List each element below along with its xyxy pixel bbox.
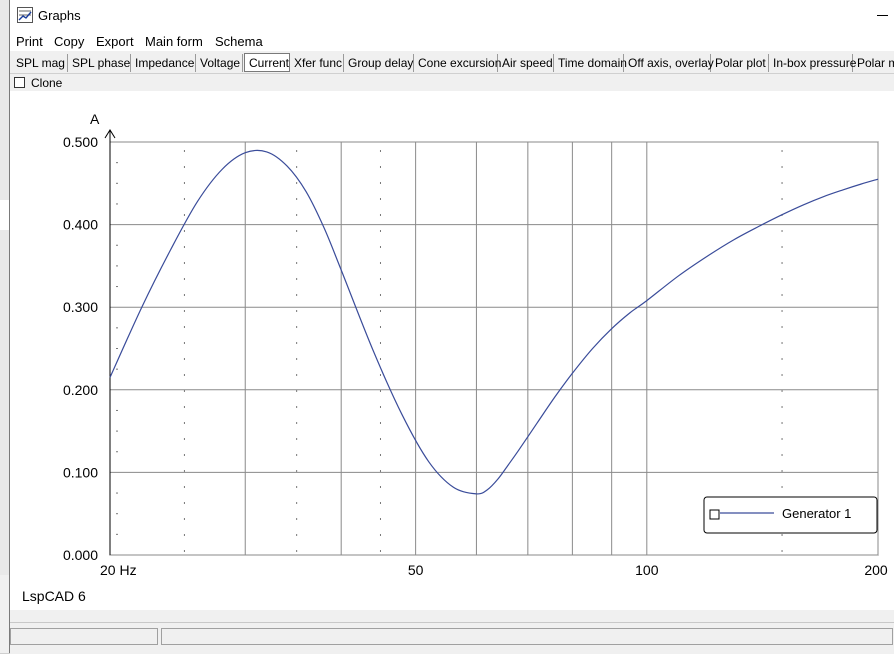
y-tick-label: 0.100 <box>63 464 98 480</box>
x-tick-label: 50 <box>408 562 424 578</box>
tab-off-axis-overlay[interactable]: Off axis, overlay <box>624 54 714 72</box>
status-panel-2 <box>161 628 893 645</box>
x-tick-label: 20 Hz <box>100 562 137 578</box>
menu-bar: Print Copy Export Main form Schema <box>10 31 894 51</box>
minimize-button[interactable] <box>873 6 891 24</box>
tab-xfer-func[interactable]: Xfer func <box>290 54 344 72</box>
tab-spl-phase[interactable]: SPL phase <box>68 54 131 72</box>
graph-app-icon <box>17 7 33 23</box>
plot-panel: 0.000 0.100 0.200 0.300 0.400 0.500 20 Hz 50 100… <box>10 91 894 610</box>
graphs-window: Graphs Print Copy Export Main form Schem… <box>9 0 894 654</box>
tab-strip: SPL mag SPL phase Impedance Voltage Curr… <box>10 52 894 74</box>
tab-group-delay[interactable]: Group delay <box>344 54 414 72</box>
status-bar <box>10 622 894 654</box>
tab-impedance[interactable]: Impedance <box>131 54 196 72</box>
menu-export[interactable]: Export <box>96 34 134 49</box>
tab-current[interactable]: Current <box>244 53 290 72</box>
current-chart: 0.000 0.100 0.200 0.300 0.400 0.500 20 Hz 50 100… <box>22 111 888 604</box>
watermark: LspCAD 6 <box>22 588 86 604</box>
x-tick-label: 200 <box>864 562 888 578</box>
y-axis-label: A <box>90 111 100 127</box>
legend-label: Generator 1 <box>782 506 851 521</box>
tab-voltage[interactable]: Voltage <box>196 54 243 72</box>
x-tick-label: 100 <box>635 562 659 578</box>
clone-label: Clone <box>31 76 63 90</box>
tab-time-domain[interactable]: Time domain <box>554 54 627 72</box>
menu-schema[interactable]: Schema <box>215 34 263 49</box>
tab-cone-excursion[interactable]: Cone excursion <box>414 54 501 72</box>
y-tick-label: 0.400 <box>63 217 98 233</box>
y-tick-label: 0.500 <box>63 134 98 150</box>
tab-spl-mag[interactable]: SPL mag <box>12 54 68 72</box>
y-tick-label: 0.000 <box>63 547 98 563</box>
menu-main-form[interactable]: Main form <box>145 34 203 49</box>
status-panel-1 <box>10 628 158 645</box>
tab-polar-m[interactable]: Polar m <box>853 54 894 72</box>
y-tick-label: 0.300 <box>63 299 98 315</box>
title-bar[interactable]: Graphs <box>10 0 894 31</box>
tab-polar-plot[interactable]: Polar plot <box>711 54 769 72</box>
tab-air-speed[interactable]: Air speed <box>498 54 554 72</box>
plot-frame <box>109 141 879 556</box>
window-title: Graphs <box>38 8 81 23</box>
menu-print[interactable]: Print <box>16 34 43 49</box>
legend-checkbox <box>709 509 720 520</box>
y-tick-label: 0.200 <box>63 382 98 398</box>
tab-in-box-pressure[interactable]: In-box pressure <box>769 54 856 72</box>
clone-checkbox[interactable] <box>14 77 25 88</box>
menu-copy[interactable]: Copy <box>54 34 84 49</box>
